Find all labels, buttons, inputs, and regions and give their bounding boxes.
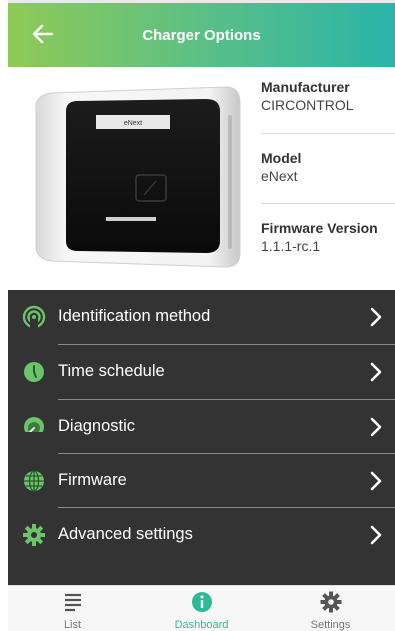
gauge-icon — [24, 417, 44, 439]
menu-item-label: Identification method — [58, 307, 211, 325]
gear-icon — [23, 524, 45, 546]
menu-item-identification-method[interactable]: Identification method — [8, 290, 395, 344]
nav-tab-label: List — [63, 619, 82, 631]
manufacturer-spec: Manufacturer CIRCONTROL — [261, 79, 395, 113]
gear-icon — [320, 591, 341, 613]
bottom-navigation: List Dashboard Settings — [8, 585, 395, 631]
manufacturer-label: Manufacturer — [261, 79, 350, 95]
menu-item-diagnostic[interactable]: Diagnostic — [8, 400, 395, 454]
model-value: eNext — [261, 168, 298, 184]
info-icon — [191, 592, 212, 612]
chevron-right-icon — [370, 307, 382, 327]
nav-tab-list[interactable]: List — [8, 586, 137, 631]
charger-info-panel: eNext Manufacturer CIRCONTROL Model eNex… — [8, 67, 395, 290]
chevron-right-icon — [370, 471, 382, 491]
nav-tab-settings[interactable]: Settings — [266, 586, 395, 631]
app-screen: Charger Options eNext Manufacturer CIRCO… — [8, 0, 395, 631]
menu-item-label: Time schedule — [58, 362, 165, 380]
page-title: Charger Options — [142, 27, 261, 44]
chevron-right-icon — [370, 525, 382, 545]
menu-item-label: Advanced settings — [58, 525, 193, 543]
model-spec: Model eNext — [261, 150, 395, 184]
menu-item-firmware[interactable]: Firmware — [8, 454, 395, 508]
list-icon — [64, 593, 81, 612]
nav-tab-label: Settings — [310, 619, 351, 631]
chevron-right-icon — [370, 362, 382, 382]
firmware-spec: Firmware Version 1.1.1-rc.1 — [261, 220, 395, 254]
nav-tab-dashboard[interactable]: Dashboard — [137, 586, 266, 631]
options-menu: Identification method Time schedule Diag… — [8, 290, 395, 585]
charger-brand-text: eNext — [124, 120, 142, 127]
spec-divider — [261, 133, 395, 134]
chevron-right-icon — [370, 417, 382, 437]
menu-item-time-schedule[interactable]: Time schedule — [8, 345, 395, 399]
manufacturer-value: CIRCONTROL — [261, 97, 354, 113]
menu-item-label: Diagnostic — [58, 417, 136, 435]
clock-icon — [24, 362, 44, 382]
signal-icon — [22, 305, 46, 329]
charger-image: eNext — [35, 86, 241, 268]
menu-item-label: Firmware — [58, 471, 127, 489]
model-label: Model — [261, 150, 302, 166]
spec-divider — [261, 203, 395, 204]
firmware-version-label: Firmware Version — [261, 220, 378, 236]
top-app-bar: Charger Options — [8, 0, 395, 67]
nav-tab-label: Dashboard — [174, 619, 229, 631]
globe-icon — [24, 470, 44, 492]
firmware-version-value: 1.1.1-rc.1 — [261, 238, 321, 254]
menu-item-advanced-settings[interactable]: Advanced settings — [8, 508, 395, 562]
